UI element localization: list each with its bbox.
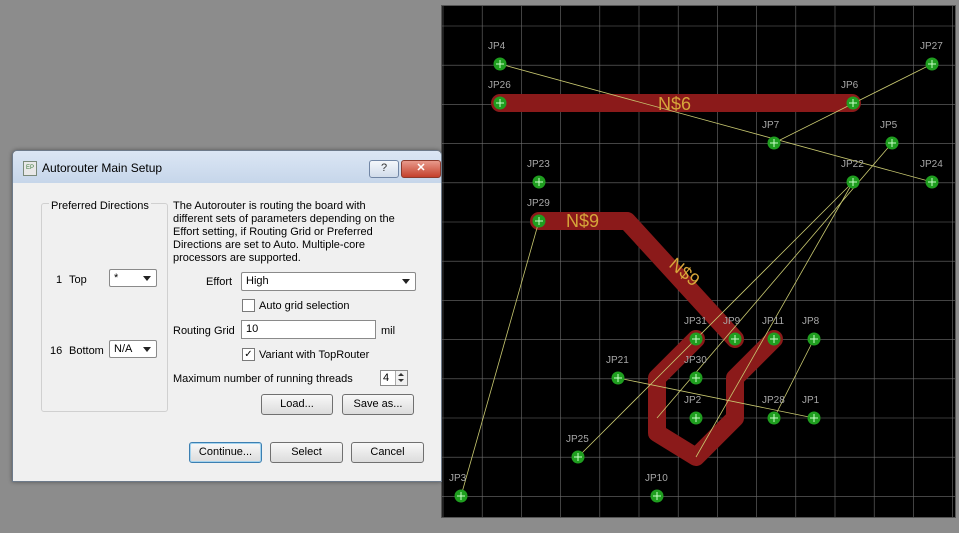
- routing-grid-unit: mil: [381, 325, 396, 337]
- auto-grid-label: Auto grid selection: [259, 300, 350, 312]
- threads-value: 4: [383, 372, 390, 384]
- airwire: [460, 220, 540, 497]
- pad-label: JP10: [645, 473, 668, 484]
- routing-grid-label: Routing Grid: [173, 325, 235, 337]
- pad-label: JP1: [802, 395, 820, 406]
- pad-label: JP6: [841, 80, 859, 91]
- bottom-layer-number: 16: [50, 345, 63, 357]
- variant-checkbox[interactable]: ✓: [242, 348, 255, 361]
- autorouter-dialog: EP Autorouter Main Setup ? ✕ Preferred D…: [12, 150, 442, 482]
- spin-down-icon[interactable]: [395, 378, 407, 385]
- spin-up-icon[interactable]: [395, 371, 407, 378]
- pcb-board-svg[interactable]: JP4 JP27 JP26 JP6 JP7 JP5 JP23 JP22 JP24 JP29 JP31…: [442, 6, 955, 517]
- dialog-content: Preferred Directions 1 Top * 16 Bottom N…: [19, 183, 435, 475]
- app-icon: EP: [23, 161, 37, 176]
- pad-label: JP9: [723, 316, 741, 327]
- close-button[interactable]: ✕: [401, 160, 441, 178]
- pad-label: JP2: [684, 395, 702, 406]
- chevron-down-icon: [402, 279, 410, 284]
- pad-label: JP7: [762, 120, 780, 131]
- bottom-layer-name: Bottom: [69, 345, 104, 357]
- pcb-board-canvas[interactable]: JP4 JP27 JP26 JP6 JP7 JP5 JP23 JP22 JP24 JP29 JP31…: [441, 5, 956, 518]
- pad-label: JP23: [527, 159, 550, 170]
- variant-label: Variant with TopRouter: [259, 349, 370, 361]
- pad-label: JP11: [762, 316, 784, 327]
- dialog-title-bar[interactable]: EP Autorouter Main Setup ? ✕: [13, 151, 441, 183]
- help-button[interactable]: ?: [369, 160, 399, 178]
- save-as-button[interactable]: Save as...: [342, 394, 414, 415]
- top-direction-select[interactable]: *: [109, 269, 157, 287]
- preferred-directions-group: [41, 203, 168, 412]
- effort-label: Effort: [206, 276, 233, 288]
- top-layer-number: 1: [56, 274, 63, 286]
- load-button[interactable]: Load...: [261, 394, 333, 415]
- pad-label: JP30: [684, 355, 707, 366]
- pad-label: JP28: [762, 395, 785, 406]
- pad-label: JP26: [488, 80, 511, 91]
- pad-label: JP25: [566, 434, 589, 445]
- pad-label: JP29: [527, 198, 550, 209]
- routing-grid-input[interactable]: 10: [241, 320, 376, 339]
- net-label: N$9: [566, 211, 599, 231]
- net-label: N$6: [658, 94, 691, 114]
- chevron-down-icon: [143, 347, 151, 352]
- pad-label: JP22: [841, 159, 864, 170]
- threads-label: Maximum number of running threads: [173, 373, 353, 385]
- pad-label: JP27: [920, 41, 943, 52]
- pad-label: JP8: [802, 316, 820, 327]
- pad-label: JP31: [684, 316, 707, 327]
- effort-value: High: [246, 275, 269, 287]
- preferred-directions-title: Preferred Directions: [49, 200, 151, 212]
- chevron-down-icon: [143, 276, 151, 281]
- continue-button[interactable]: Continue...: [189, 442, 262, 463]
- auto-grid-checkbox[interactable]: [242, 299, 255, 312]
- dialog-title: Autorouter Main Setup: [42, 161, 163, 175]
- cancel-button[interactable]: Cancel: [351, 442, 424, 463]
- pad-label: JP4: [488, 41, 506, 52]
- pad-label: JP5: [880, 120, 898, 131]
- select-button[interactable]: Select: [270, 442, 343, 463]
- top-layer-name: Top: [69, 274, 87, 286]
- description-text: The Autorouter is routing the board with…: [173, 200, 395, 264]
- top-direction-value: *: [114, 272, 119, 284]
- pad-label: JP24: [920, 159, 943, 170]
- threads-spinner[interactable]: 4: [380, 370, 408, 386]
- bottom-direction-value: N/A: [114, 343, 133, 355]
- effort-select[interactable]: High: [241, 272, 416, 291]
- bottom-direction-select[interactable]: N/A: [109, 340, 157, 358]
- airwire: [499, 63, 933, 183]
- pad-label: JP3: [449, 473, 467, 484]
- pad-label: JP21: [606, 355, 629, 366]
